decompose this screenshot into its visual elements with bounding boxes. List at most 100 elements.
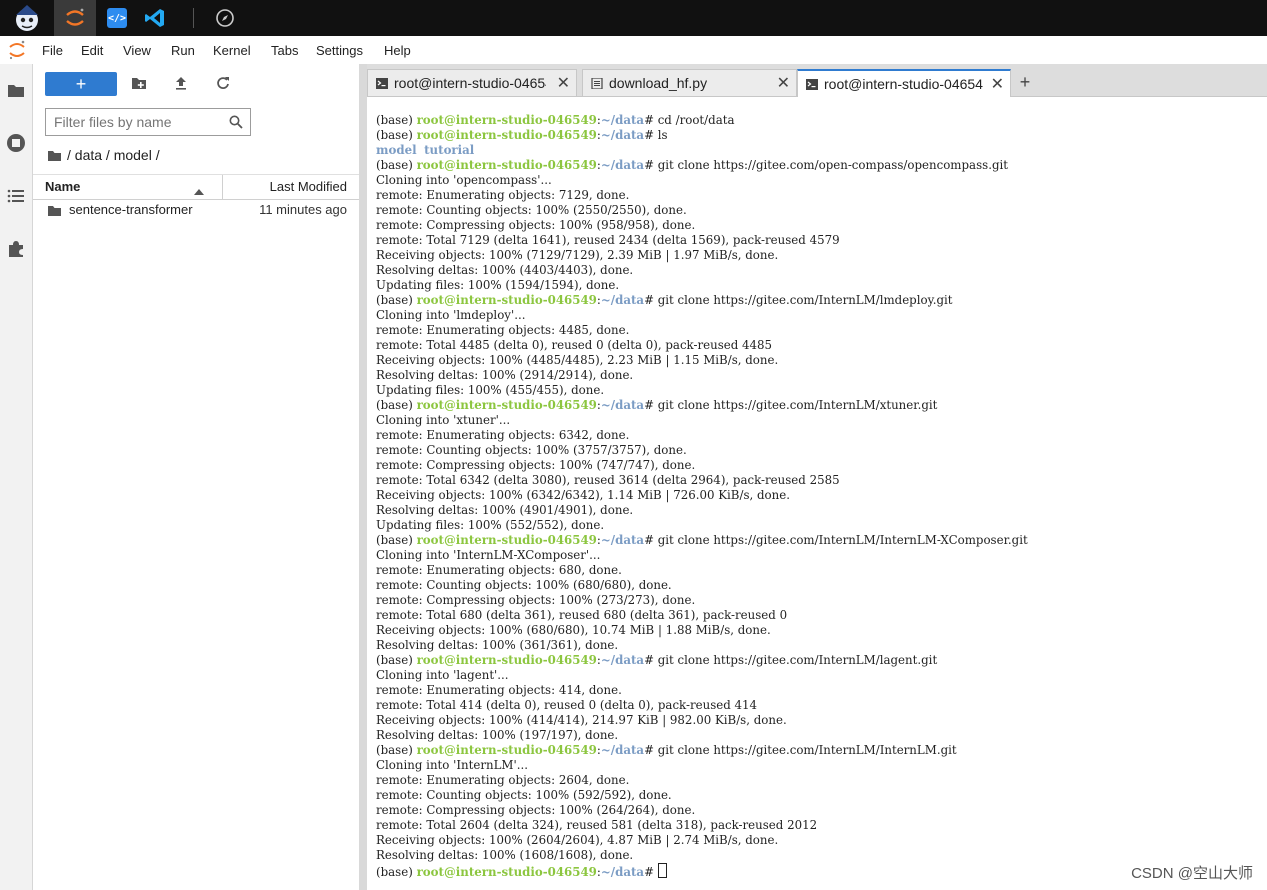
prompt-base: (base) (376, 743, 417, 757)
new-folder-icon[interactable] (131, 76, 147, 95)
terminal-output-line: remote: Enumerating objects: 680, done. (376, 563, 622, 577)
search-icon[interactable] (229, 115, 243, 134)
terminal-output-line: Receiving objects: 100% (7129/7129), 2.3… (376, 248, 779, 262)
filter-files-input[interactable] (46, 109, 234, 135)
terminal-output-line: remote: Compressing objects: 100% (958/9… (376, 218, 696, 232)
prompt-user: root@intern-studio-046549 (416, 865, 597, 879)
terminal-output-line: remote: Counting objects: 100% (592/592)… (376, 788, 672, 802)
terminal-output[interactable]: (base) root@intern-studio-046549:~/data#… (367, 97, 1267, 890)
terminal-output-line: remote: Enumerating objects: 4485, done. (376, 323, 630, 337)
jupyter-logo-icon (7, 39, 27, 66)
terminal-cursor (657, 863, 667, 878)
tab-download-hf[interactable]: download_hf.py ✕ (582, 69, 797, 96)
prompt-user: root@intern-studio-046549 (416, 398, 597, 412)
prompt-user: root@intern-studio-046549 (416, 113, 597, 127)
compass-icon[interactable] (204, 0, 246, 36)
prompt-user: root@intern-studio-046549 (416, 293, 597, 307)
terminal-output-line: remote: Enumerating objects: 414, done. (376, 683, 622, 697)
column-last-modified[interactable]: Last Modified (270, 179, 347, 194)
menu-tabs[interactable]: Tabs (271, 43, 298, 58)
upload-icon[interactable] (174, 76, 188, 95)
ls-directory-entry: tutorial (424, 143, 475, 157)
mascot-logo-icon[interactable] (6, 0, 48, 36)
column-divider (222, 175, 223, 199)
new-launcher-button[interactable]: + (45, 72, 117, 96)
column-name[interactable]: Name (45, 179, 80, 194)
breadcrumb-path[interactable]: / data / model / (67, 147, 160, 163)
running-sessions-icon[interactable] (6, 133, 26, 153)
command-text: git clone https://gitee.com/InternLM/Int… (657, 533, 1028, 547)
terminal-output-line: Receiving objects: 100% (414/414), 214.9… (376, 713, 787, 727)
prompt-user: root@intern-studio-046549 (416, 533, 597, 547)
prompt-base: (base) (376, 653, 417, 667)
command-text: ls (657, 128, 668, 142)
menu-file[interactable]: File (42, 43, 63, 58)
prompt-base: (base) (376, 533, 417, 547)
terminal-output-line: remote: Counting objects: 100% (3757/375… (376, 443, 687, 457)
prompt-base: (base) (376, 865, 417, 879)
terminal-output-line: Updating files: 100% (455/455), done. (376, 383, 605, 397)
terminal-output-line: Cloning into 'xtuner'... (376, 413, 511, 427)
tab-terminal-1[interactable]: root@intern-studio-04654 ✕ (367, 69, 577, 96)
close-icon[interactable]: ✕ (991, 74, 1004, 94)
command-text: git clone https://gitee.com/InternLM/xtu… (657, 398, 938, 412)
prompt-hash: # (644, 743, 658, 757)
terminal-output-line: Resolving deltas: 100% (361/361), done. (376, 638, 619, 652)
terminal-output-line: Updating files: 100% (1594/1594), done. (376, 278, 620, 292)
terminal-output-line: remote: Total 6342 (delta 3080), reused … (376, 473, 840, 487)
file-list-item[interactable]: sentence-transformer 11 minutes ago (33, 199, 359, 221)
vscode-app-icon[interactable] (134, 0, 176, 36)
terminal-output-line: Cloning into 'InternLM'... (376, 758, 529, 772)
code-editor-app-icon[interactable]: </> (96, 0, 138, 36)
menu-edit[interactable]: Edit (81, 43, 103, 58)
terminal-command-line: (base) root@intern-studio-046549:~/data#… (376, 398, 937, 413)
command-text: git clone https://gitee.com/open-compass… (657, 158, 1009, 172)
menu-kernel[interactable]: Kernel (213, 43, 251, 58)
jupyter-app-icon[interactable] (54, 0, 96, 36)
menu-view[interactable]: View (123, 43, 151, 58)
table-of-contents-icon[interactable] (6, 186, 26, 206)
tab-label: root@intern-studio-04654 (824, 76, 983, 92)
prompt-user: root@intern-studio-046549 (416, 128, 597, 142)
prompt-path: ~/data (600, 128, 645, 142)
extensions-puzzle-icon[interactable] (6, 239, 26, 259)
panel-splitter[interactable] (359, 64, 367, 890)
menu-help[interactable]: Help (384, 43, 411, 58)
terminal-output-line: remote: Total 7129 (delta 1641), reused … (376, 233, 840, 247)
folder-icon[interactable] (6, 80, 26, 100)
menu-bar: File Edit View Run Kernel Tabs Settings … (0, 36, 1267, 65)
terminal-output-line: remote: Counting objects: 100% (680/680)… (376, 578, 672, 592)
file-browser-panel: + / data / model / Name Last Modified se… (33, 64, 359, 890)
file-modified: 11 minutes ago (259, 202, 347, 217)
top-app-bar: </> (0, 0, 1267, 36)
breadcrumb-folder-icon[interactable] (47, 149, 62, 167)
terminal-output-line: remote: Enumerating objects: 2604, done. (376, 773, 630, 787)
terminal-output-line: remote: Total 4485 (delta 0), reused 0 (… (376, 338, 773, 352)
tab-terminal-2[interactable]: root@intern-studio-04654 ✕ (797, 69, 1011, 97)
filter-files-field[interactable] (45, 108, 251, 136)
prompt-user: root@intern-studio-046549 (416, 158, 597, 172)
ls-output-line: model tutorial (376, 143, 474, 158)
menu-settings[interactable]: Settings (316, 43, 363, 58)
prompt-base: (base) (376, 113, 417, 127)
add-tab-button[interactable]: + (1013, 70, 1037, 94)
sort-ascending-icon[interactable] (194, 182, 204, 200)
file-list-header: Name Last Modified (33, 174, 359, 200)
terminal-output-line: remote: Compressing objects: 100% (264/2… (376, 803, 696, 817)
terminal-output-line: remote: Enumerating objects: 6342, done. (376, 428, 630, 442)
prompt-hash: # (644, 113, 658, 127)
tab-label: root@intern-studio-04654 (394, 75, 546, 91)
prompt-base: (base) (376, 293, 417, 307)
terminal-output-line: remote: Enumerating objects: 7129, done. (376, 188, 630, 202)
prompt-user: root@intern-studio-046549 (416, 653, 597, 667)
terminal-output-line: Resolving deltas: 100% (4403/4403), done… (376, 263, 634, 277)
terminal-icon (376, 78, 388, 89)
menu-run[interactable]: Run (171, 43, 195, 58)
terminal-command-line: (base) root@intern-studio-046549:~/data#… (376, 158, 1008, 173)
refresh-icon[interactable] (216, 76, 230, 95)
terminal-output-line: remote: Total 680 (delta 361), reused 68… (376, 608, 788, 622)
close-icon[interactable]: ✕ (557, 73, 570, 93)
terminal-command-line: (base) root@intern-studio-046549:~/data#… (376, 743, 957, 758)
terminal-output-line: Receiving objects: 100% (680/680), 10.74… (376, 623, 771, 637)
close-icon[interactable]: ✕ (777, 73, 790, 93)
